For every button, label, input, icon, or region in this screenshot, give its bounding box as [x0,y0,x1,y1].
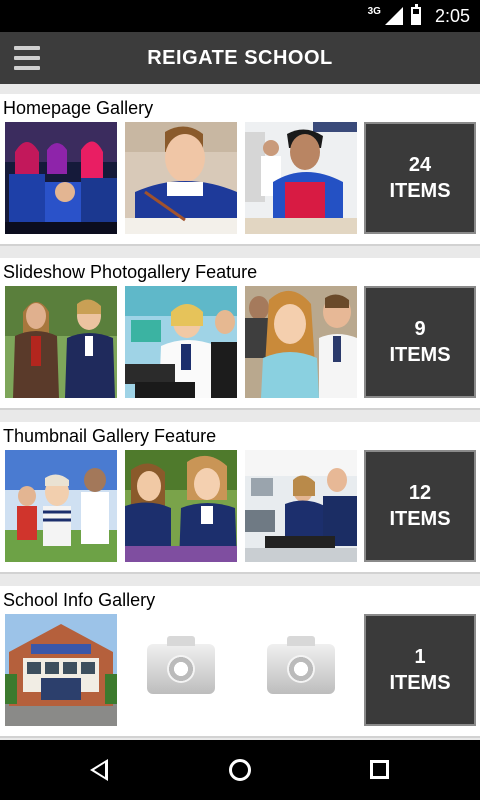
gallery-thumbnail[interactable] [125,122,237,234]
item-count: 12 [408,482,432,504]
gallery-card[interactable]: Homepage Gallery 24 ITEMS [0,94,480,246]
gallery-title: Homepage Gallery [3,98,154,118]
gallery-thumbnail[interactable] [5,286,117,398]
divider [0,572,480,574]
gallery-card[interactable]: Thumbnail Gallery Feature 12 ITEMS [0,422,480,574]
battery-icon [410,4,421,25]
gallery-card[interactable]: School Info Gallery 1 ITEMS [0,586,480,738]
gallery-thumbnail[interactable] [5,450,117,562]
gallery-thumbnail[interactable] [5,122,117,234]
gallery-card[interactable]: Slideshow Photogallery Feature 9 ITEMS [0,258,480,410]
item-count: 24 [408,154,432,176]
gallery-thumbnail-placeholder[interactable] [245,614,357,726]
gallery-title: Thumbnail Gallery Feature [3,426,217,446]
item-count-unit: ITEMS [389,344,451,366]
system-nav-bar [0,740,480,800]
home-icon[interactable] [229,759,251,781]
divider [0,244,480,246]
item-count: 1 [414,646,426,668]
item-count-unit: ITEMS [389,180,451,202]
item-count-box[interactable]: 24 ITEMS [364,122,476,234]
status-bar: 3G 2:05 [0,0,480,32]
item-count: 9 [414,318,426,340]
status-icons: 3G 2:05 [368,0,470,32]
camera-icon [267,636,335,694]
signal-icon [384,7,403,25]
divider [0,408,480,410]
gallery-thumbnail[interactable] [245,286,357,398]
back-icon[interactable] [90,759,108,781]
item-count-box[interactable]: 1 ITEMS [364,614,476,726]
item-count-unit: ITEMS [389,672,451,694]
app-title: REIGATE SCHOOL [147,47,333,69]
camera-icon [147,636,215,694]
recent-apps-icon[interactable] [370,760,389,779]
gallery-thumbnail[interactable] [245,122,357,234]
app-bar: REIGATE SCHOOL [0,32,480,84]
item-count-box[interactable]: 12 ITEMS [364,450,476,562]
item-count-box[interactable]: 9 ITEMS [364,286,476,398]
network-type: 3G [367,5,381,17]
gallery-title: Slideshow Photogallery Feature [3,262,258,282]
status-time: 2:05 [434,5,470,26]
gallery-thumbnail[interactable] [245,450,357,562]
hamburger-menu-icon[interactable] [14,46,40,70]
gallery-thumbnail[interactable] [5,614,117,726]
gallery-thumbnail-placeholder[interactable] [125,614,237,726]
gallery-title: School Info Gallery [3,590,156,610]
divider [0,736,480,738]
gallery-list[interactable]: Homepage Gallery 24 ITEMS Slideshow Phot… [0,84,480,740]
gallery-thumbnail[interactable] [125,450,237,562]
item-count-unit: ITEMS [389,508,451,530]
gallery-thumbnail[interactable] [125,286,237,398]
